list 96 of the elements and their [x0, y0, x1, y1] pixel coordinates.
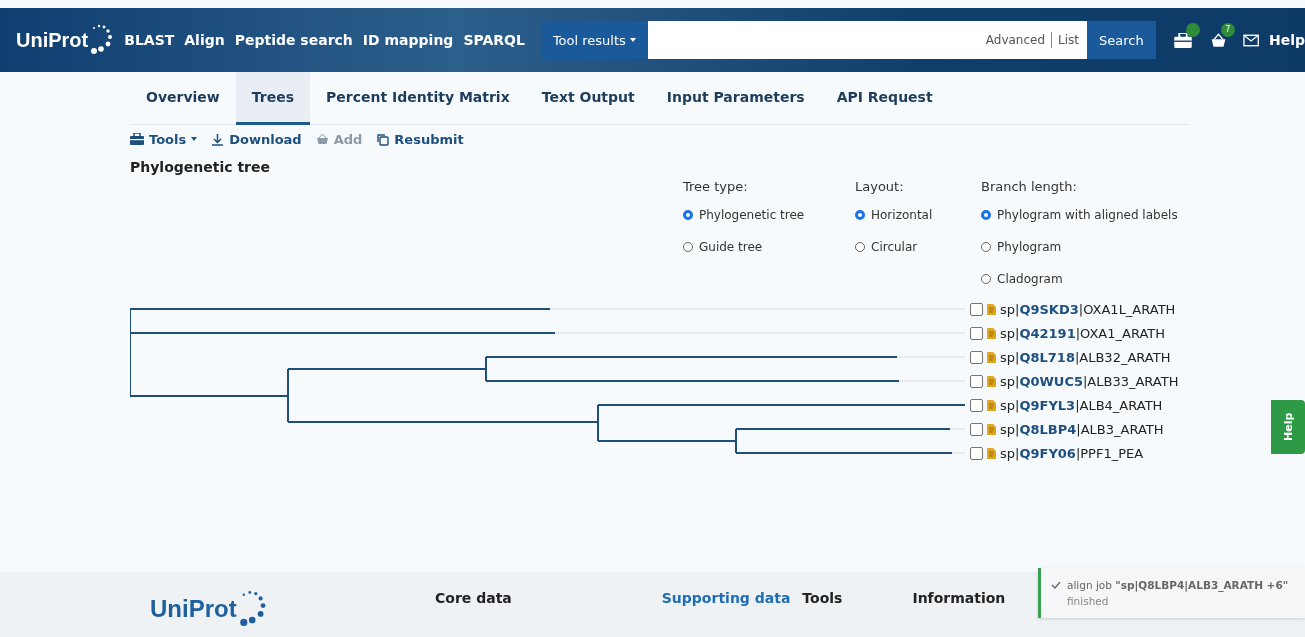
database-prefix: sp|: [1000, 445, 1020, 461]
checkbox[interactable]: [970, 422, 983, 436]
tab[interactable]: API Request: [820, 72, 949, 125]
accession-link[interactable]: Q9FY06: [1019, 445, 1076, 461]
nav-link[interactable]: Peptide search: [234, 32, 353, 48]
checkbox[interactable]: [970, 446, 983, 460]
nav-link[interactable]: ID mapping: [362, 32, 454, 48]
resubmit-button[interactable]: Resubmit: [376, 131, 464, 147]
help-tab[interactable]: Help: [1271, 400, 1305, 454]
reviewed-icon: [987, 375, 996, 387]
reviewed-icon: [987, 351, 996, 363]
accession-link[interactable]: Q9SKD3: [1019, 301, 1079, 317]
checkbox[interactable]: [970, 350, 983, 364]
accession-link[interactable]: Q9FYL3: [1019, 397, 1076, 413]
entry-name: |OXA1_ARATH: [1075, 325, 1166, 341]
search-field[interactable]: Advanced List: [647, 21, 1088, 59]
reviewed-icon: [987, 399, 996, 411]
entry-name: |OXA1L_ARATH: [1078, 301, 1176, 317]
reviewed-icon: [987, 423, 996, 435]
option-group-title: Tree type:: [683, 179, 749, 196]
checkbox[interactable]: [970, 302, 983, 316]
mail-icon[interactable]: [1242, 33, 1259, 47]
accession-link[interactable]: Q0WUC5: [1019, 373, 1083, 389]
radio-icon[interactable]: [981, 242, 991, 252]
database-prefix: sp|: [1000, 349, 1020, 365]
basket-icon[interactable]: [1209, 32, 1227, 48]
basket-icon: [315, 133, 329, 145]
footer-heading[interactable]: Information: [912, 590, 1006, 606]
logo-dots-icon: [90, 24, 115, 56]
resubmit-icon: [376, 132, 390, 146]
nav-link[interactable]: Align: [184, 32, 225, 48]
download-button[interactable]: Download: [211, 131, 302, 147]
radio-option[interactable]: Horizontal: [855, 199, 981, 231]
toolbox-icon: [130, 133, 144, 145]
radio-option[interactable]: Phylogram: [981, 231, 1305, 263]
notification-status: finished: [1067, 595, 1110, 607]
radio-option[interactable]: Guide tree: [683, 231, 855, 263]
checkbox[interactable]: [970, 398, 983, 412]
tab[interactable]: Trees: [235, 72, 311, 125]
nav-link[interactable]: SPARQL: [463, 32, 525, 48]
radio-icon[interactable]: [981, 274, 991, 284]
radio-icon[interactable]: [981, 210, 991, 220]
section-title: Phylogenetic tree: [130, 159, 271, 175]
radio-option[interactable]: Circular: [855, 231, 981, 263]
database-prefix: sp|: [1000, 397, 1020, 413]
radio-option[interactable]: Phylogram with aligned labels: [981, 199, 1305, 231]
notification-message: align job "sp|Q8LBP4|ALB3_ARATH +6": [1067, 579, 1289, 591]
radio-icon[interactable]: [683, 210, 693, 220]
uniprot-logo[interactable]: UniProt: [150, 595, 237, 624]
basket-count-badge: 7: [1220, 22, 1235, 37]
tab[interactable]: Text Output: [525, 72, 651, 125]
footer-heading[interactable]: Core data: [435, 590, 512, 606]
advanced-search-link[interactable]: Advanced: [985, 33, 1046, 47]
option-group-title: Branch length:: [981, 179, 1078, 196]
list-search-link[interactable]: List: [1058, 33, 1080, 47]
reviewed-icon: [987, 327, 996, 339]
option-group-title: Layout:: [855, 179, 905, 196]
database-prefix: sp|: [1000, 421, 1020, 437]
tools-button[interactable]: Tools: [130, 131, 198, 147]
tab[interactable]: Overview: [130, 72, 236, 125]
uniprot-logo[interactable]: UniProt: [16, 28, 89, 52]
accession-link[interactable]: Q8LBP4: [1019, 421, 1077, 437]
status-dot: [1185, 22, 1200, 37]
logo-dots-icon: [238, 590, 268, 629]
caret-icon: [629, 38, 636, 42]
accession-link[interactable]: Q8L718: [1019, 349, 1075, 365]
database-prefix: sp|: [1000, 325, 1020, 341]
entry-name: |ALB4_ARATH: [1075, 397, 1163, 413]
check-icon: [1051, 581, 1061, 589]
entry-name: |ALB32_ARATH: [1074, 349, 1171, 365]
database-prefix: sp|: [1000, 373, 1020, 389]
reviewed-icon: [987, 303, 996, 315]
tab[interactable]: Input Parameters: [650, 72, 821, 125]
radio-icon[interactable]: [855, 210, 865, 220]
radio-option[interactable]: Phylogenetic tree: [683, 199, 855, 231]
footer-heading[interactable]: Supporting data: [661, 590, 791, 606]
tab[interactable]: Percent Identity Matrix: [310, 72, 526, 125]
entry-name: |ALB3_ARATH: [1076, 421, 1164, 437]
database-prefix: sp|: [1000, 301, 1020, 317]
toolbox-icon[interactable]: [1173, 32, 1192, 48]
reviewed-icon: [987, 447, 996, 459]
download-icon: [211, 132, 225, 146]
accession-link[interactable]: Q42191: [1019, 325, 1076, 341]
nav-link[interactable]: BLAST: [124, 32, 175, 48]
caret-icon: [191, 137, 198, 141]
footer-heading[interactable]: Tools: [802, 590, 843, 606]
radio-icon[interactable]: [683, 242, 693, 252]
search-button[interactable]: Search: [1087, 21, 1156, 59]
tool-results-dropdown[interactable]: Tool results: [540, 21, 648, 59]
radio-icon[interactable]: [855, 242, 865, 252]
entry-name: |ALB33_ARATH: [1083, 373, 1179, 389]
help-link[interactable]: Help: [1268, 32, 1305, 48]
checkbox[interactable]: [970, 326, 983, 340]
radio-option[interactable]: Cladogram: [981, 263, 1305, 295]
entry-name: |PPF1_PEA: [1075, 445, 1144, 461]
checkbox[interactable]: [970, 374, 983, 388]
